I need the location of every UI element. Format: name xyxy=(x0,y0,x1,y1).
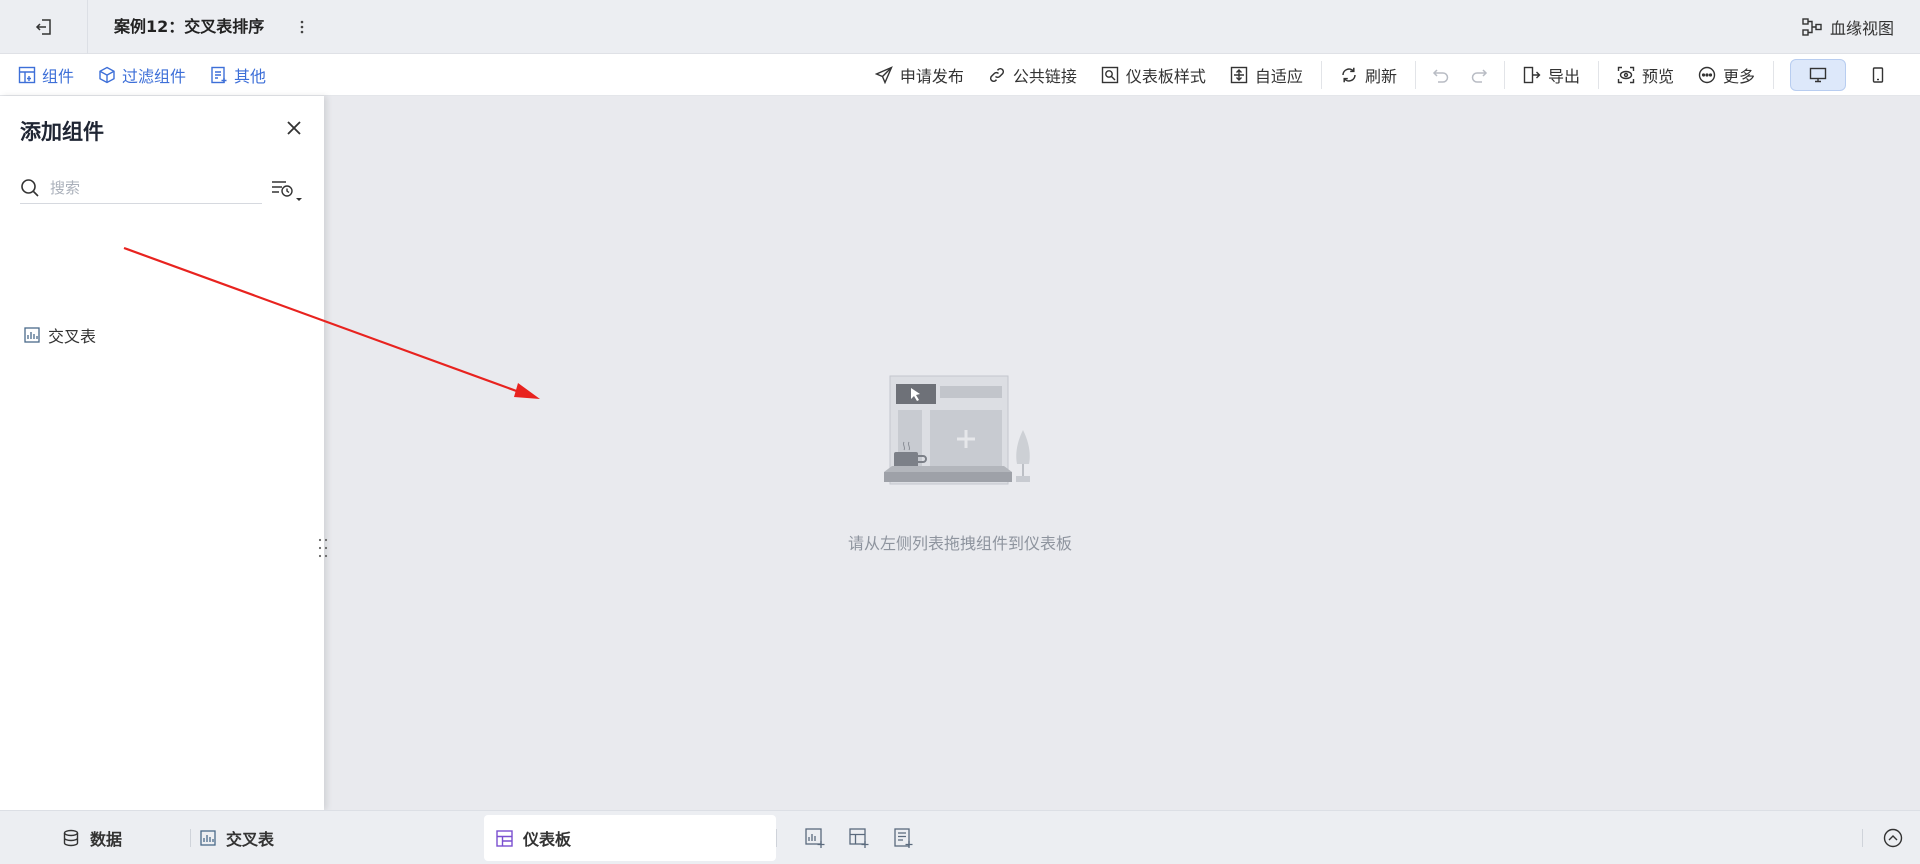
component-menu[interactable]: 组件 xyxy=(18,63,74,87)
add-story-button[interactable] xyxy=(890,825,916,851)
close-icon xyxy=(286,120,302,136)
toolbar-divider xyxy=(1597,61,1599,89)
tab-crosstab-label: 交叉表 xyxy=(226,830,275,849)
preview-label: 预览 xyxy=(1641,67,1674,86)
kebab-icon xyxy=(300,20,304,34)
export-label: 导出 xyxy=(1547,67,1580,86)
adaptive-icon xyxy=(1230,66,1248,84)
other-icon xyxy=(210,66,228,84)
toolbar: 组件 过滤组件 其他 申请发布 公共链接 仪表板样式 自适应 刷新 导出 预览 … xyxy=(0,54,1920,96)
panel-title: 添加组件 xyxy=(20,120,104,144)
tab-crosstab[interactable]: 交叉表 xyxy=(200,811,274,864)
component-menu-label: 组件 xyxy=(42,67,75,86)
refresh-button[interactable]: 刷新 xyxy=(1328,54,1409,96)
component-item-label: 交叉表 xyxy=(48,327,97,346)
public-link-label: 公共链接 xyxy=(1012,67,1077,86)
title-more-button[interactable] xyxy=(292,14,312,40)
filter-component-label: 过滤组件 xyxy=(122,67,187,86)
panel-close-button[interactable] xyxy=(282,116,306,140)
exit-icon xyxy=(34,17,54,37)
component-item-crosstab[interactable]: 交叉表 xyxy=(24,322,96,348)
sort-filter-button[interactable] xyxy=(270,176,306,206)
lineage-view-button[interactable]: 血缘视图 xyxy=(1802,0,1894,54)
publish-request-label: 申请发布 xyxy=(899,67,964,86)
export-button[interactable]: 导出 xyxy=(1511,54,1592,96)
other-menu[interactable]: 其他 xyxy=(210,63,266,87)
tab-divider xyxy=(1862,829,1863,847)
refresh-label: 刷新 xyxy=(1364,67,1397,86)
crosstab-icon xyxy=(24,327,40,343)
redo-button[interactable] xyxy=(1460,54,1498,96)
refresh-icon xyxy=(1340,66,1358,84)
tab-data[interactable]: 数据 xyxy=(62,811,122,864)
empty-dashboard-illustration xyxy=(880,372,1040,512)
preview-button[interactable]: 预览 xyxy=(1605,54,1686,96)
other-menu-label: 其他 xyxy=(234,67,267,86)
undo-icon xyxy=(1432,66,1450,84)
send-icon xyxy=(874,66,893,84)
dashboard-style-label: 仪表板样式 xyxy=(1125,67,1206,86)
tab-data-label: 数据 xyxy=(90,830,123,849)
add-dashboard-icon xyxy=(848,827,870,849)
add-component-panel: 添加组件 交叉表 xyxy=(0,96,328,810)
collapse-up-icon xyxy=(1883,828,1903,848)
tab-dashboard[interactable]: 仪表板 xyxy=(484,815,776,861)
redo-icon xyxy=(1470,66,1488,84)
undo-button[interactable] xyxy=(1422,54,1460,96)
toolbar-divider xyxy=(1414,61,1416,89)
link-icon xyxy=(988,66,1006,84)
sort-filter-icon xyxy=(270,176,306,206)
add-crosstab-icon xyxy=(804,827,826,849)
add-dashboard-button[interactable] xyxy=(846,825,872,851)
document-title: 案例12：交叉表排序 xyxy=(114,17,265,36)
search-icon xyxy=(20,178,40,198)
search-box xyxy=(20,172,262,204)
dashboard-style-button[interactable]: 仪表板样式 xyxy=(1089,54,1218,96)
component-icon xyxy=(18,66,36,84)
collapse-up-button[interactable] xyxy=(1880,825,1906,851)
database-icon xyxy=(62,829,80,847)
more-label: 更多 xyxy=(1722,67,1755,86)
tab-divider xyxy=(190,829,191,847)
desktop-icon xyxy=(1809,67,1827,83)
exit-button[interactable] xyxy=(0,0,88,54)
add-crosstab-button[interactable] xyxy=(802,825,828,851)
toolbar-divider xyxy=(1320,61,1322,89)
desktop-view-button[interactable] xyxy=(1790,59,1846,91)
bottom-bar: 数据 交叉表 仪表板 xyxy=(0,810,1920,864)
search-input[interactable] xyxy=(50,178,240,197)
publish-request-button[interactable]: 申请发布 xyxy=(863,54,976,96)
panel-resize-handle[interactable] xyxy=(317,536,329,560)
crosstab-icon xyxy=(200,830,216,846)
toolbar-divider xyxy=(1503,61,1505,89)
toolbar-divider xyxy=(1773,61,1774,89)
more-button[interactable]: 更多 xyxy=(1686,54,1767,96)
more-icon xyxy=(1698,66,1716,84)
style-icon xyxy=(1101,66,1119,84)
add-story-icon xyxy=(892,827,914,849)
tab-dashboard-label: 仪表板 xyxy=(523,830,572,849)
adaptive-label: 自适应 xyxy=(1254,67,1303,86)
mobile-view-button[interactable] xyxy=(1850,59,1906,91)
lineage-view-label: 血缘视图 xyxy=(1829,19,1894,38)
empty-canvas-hint: 请从左侧列表拖拽组件到仪表板 xyxy=(847,534,1072,553)
filter-component-icon xyxy=(98,66,116,84)
export-icon xyxy=(1523,66,1541,84)
title-bar: 案例12：交叉表排序 血缘视图 xyxy=(0,0,1920,54)
lineage-icon xyxy=(1802,18,1822,36)
preview-icon xyxy=(1617,66,1635,84)
filter-component-menu[interactable]: 过滤组件 xyxy=(98,63,186,87)
tab-divider xyxy=(776,829,777,847)
adaptive-button[interactable]: 自适应 xyxy=(1218,54,1315,96)
public-link-button[interactable]: 公共链接 xyxy=(976,54,1089,96)
dashboard-icon xyxy=(496,829,513,847)
device-switcher xyxy=(1790,59,1906,91)
mobile-icon xyxy=(1872,67,1884,83)
